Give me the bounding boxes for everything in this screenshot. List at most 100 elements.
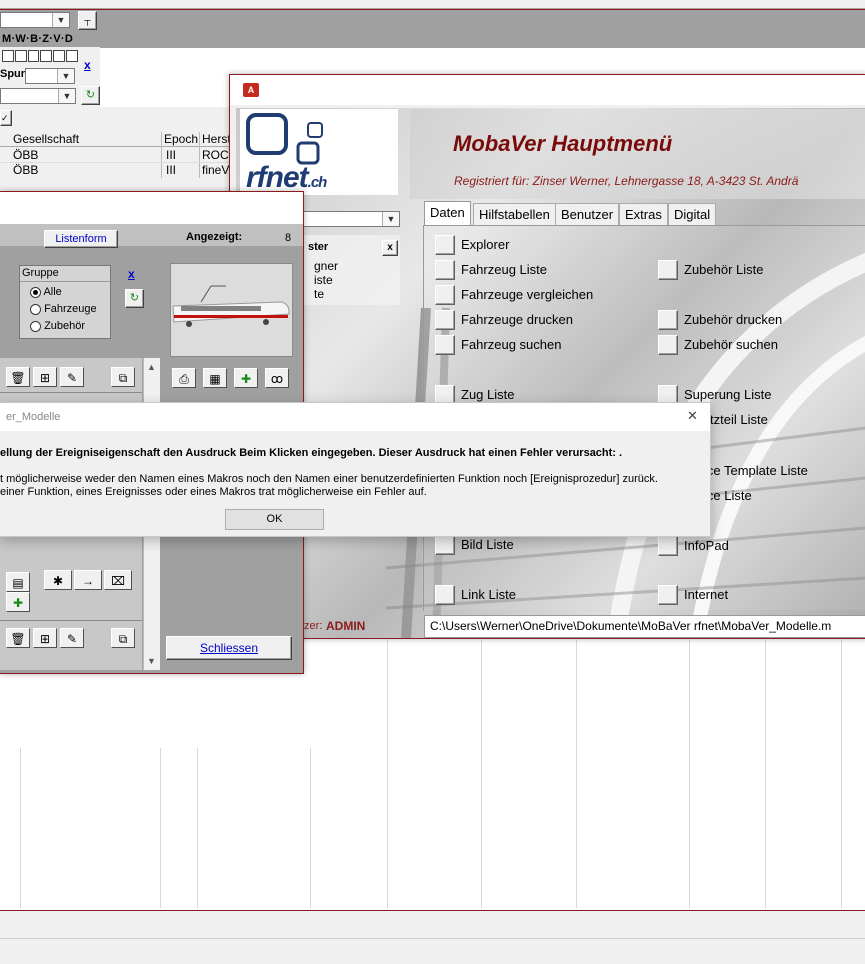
table-icon[interactable]: ▦	[203, 368, 227, 388]
grid-line	[689, 640, 690, 908]
print-icon[interactable]: ⎙	[172, 368, 196, 388]
menu-button[interactable]	[658, 310, 678, 330]
menu-button[interactable]	[435, 310, 455, 330]
menu-label: Superung Liste	[684, 387, 772, 402]
menu-button[interactable]	[658, 335, 678, 355]
access-app-icon: A	[243, 83, 259, 97]
tab-benutzer[interactable]: Benutzer	[555, 203, 620, 226]
gruppe-group: Gruppe Alle Fahrzeuge Zubehör	[19, 265, 111, 339]
tab-extras[interactable]: Extras	[619, 203, 668, 226]
path-text: C:\Users\Werner\OneDrive\Dokumente\MoBaV…	[430, 619, 832, 633]
menu-ersatzteil-liste[interactable]: tzteil Liste	[710, 412, 768, 427]
col-gesellschaft[interactable]: Gesellschaft	[13, 132, 79, 146]
menu-button[interactable]	[435, 535, 455, 555]
gruppe-label: Gruppe	[22, 267, 59, 279]
radio-alle-label: Alle	[43, 286, 62, 298]
menu-button[interactable]	[658, 585, 678, 605]
menu-label: InfoPad	[684, 538, 729, 553]
gruppe-divider	[20, 281, 110, 282]
glasses-icon[interactable]: ꝏ	[265, 368, 289, 388]
sub-list-close[interactable]: x	[382, 240, 398, 256]
header-band	[0, 9, 865, 48]
chevron-down-icon[interactable]: ▼	[52, 13, 69, 27]
menu-button[interactable]	[435, 260, 455, 280]
add-icon[interactable]: ✚	[6, 592, 30, 612]
error-dialog: er_Modelle ✕ ellung der Ereigniseigensch…	[0, 402, 711, 537]
menu-label: Bild Liste	[461, 537, 514, 552]
col-epoch[interactable]: Epoch	[164, 132, 198, 146]
path-field: C:\Users\Werner\OneDrive\Dokumente\MoBaV…	[424, 615, 865, 638]
menu-button[interactable]	[435, 285, 455, 305]
radio-zubehoer[interactable]: Zubehör	[30, 320, 85, 332]
tab-digital[interactable]: Digital	[668, 203, 717, 226]
arrow-right-icon[interactable]: →	[74, 570, 102, 590]
tab-daten[interactable]: Daten	[424, 201, 471, 226]
spur-combo[interactable]: ▼	[25, 68, 75, 84]
logo-suffix: .ch	[307, 174, 328, 191]
menu-label: Fahrzeuge vergleichen	[461, 287, 594, 302]
menu-label: Fahrzeug Liste	[461, 262, 547, 277]
refresh-icon[interactable]: ↻	[125, 289, 144, 308]
tree-icon[interactable]: ⊞	[33, 628, 57, 648]
delete-icon[interactable]: 🗑	[6, 628, 30, 648]
cell: III	[166, 163, 177, 177]
table-row[interactable]: ÖBB III fineV	[0, 162, 230, 177]
sub-list-item[interactable]: iste	[314, 273, 333, 287]
filter-label: M·W·B·Z·V·D	[2, 33, 74, 45]
copy-icon[interactable]: ⧉	[111, 367, 135, 387]
table-row[interactable]: ÖBB III ROCO	[0, 147, 238, 163]
grid-line	[576, 640, 577, 908]
sub-list-item[interactable]: te	[314, 287, 324, 301]
edit-icon[interactable]: ✎	[60, 628, 84, 648]
copy-icon[interactable]: ⧉	[111, 628, 135, 648]
user-value: ADMIN	[326, 619, 366, 633]
menu-button[interactable]	[658, 260, 678, 280]
list-close-x[interactable]: x	[128, 267, 135, 281]
sub-list-item[interactable]: gner	[314, 259, 338, 273]
grid-check-button[interactable]: ✓	[0, 110, 12, 126]
cell: III	[166, 148, 177, 162]
sub-list-title: ster	[308, 241, 329, 253]
scroll-down-icon[interactable]: ▼	[147, 656, 156, 666]
clear-icon[interactable]: ⌧	[104, 570, 132, 590]
grid-line	[20, 748, 21, 908]
radio-alle[interactable]: Alle	[30, 286, 62, 298]
menu-service-liste[interactable]: ice Liste	[704, 488, 752, 503]
window-icon[interactable]: ▤	[6, 572, 30, 592]
ruler-button[interactable]: ┬	[78, 11, 97, 30]
chevron-down-icon[interactable]: ▼	[58, 89, 75, 103]
delete-icon[interactable]: 🗑	[6, 367, 30, 387]
radio-fahrzeuge[interactable]: Fahrzeuge	[30, 303, 97, 315]
ok-button[interactable]: OK	[225, 509, 324, 530]
refresh-icon[interactable]: ↻	[81, 86, 100, 105]
second-combo[interactable]: ▼	[0, 88, 76, 104]
menu-button[interactable]	[435, 585, 455, 605]
filter-checkboxes[interactable]	[2, 50, 78, 62]
chevron-down-icon[interactable]: ▼	[57, 69, 74, 83]
cell: fineV	[202, 163, 230, 177]
radio-fahrzeuge-label: Fahrzeuge	[44, 303, 97, 315]
tab-hilfstabellen[interactable]: Hilfstabellen	[473, 203, 556, 226]
grid-line	[160, 748, 161, 908]
tree-icon[interactable]: ⊞	[33, 367, 57, 387]
menu-label: Link Liste	[461, 587, 516, 602]
scroll-up-icon[interactable]: ▲	[147, 362, 156, 372]
close-x-link[interactable]: x	[84, 58, 91, 72]
listenform-button[interactable]: Listenform	[44, 230, 118, 248]
add-icon[interactable]: ✚	[234, 368, 258, 388]
menu-button[interactable]	[658, 536, 678, 556]
new-record-icon[interactable]: ✱	[44, 570, 72, 590]
edit-icon[interactable]: ✎	[60, 367, 84, 387]
chevron-down-icon[interactable]: ▼	[382, 212, 399, 226]
top-combo[interactable]: ▼	[0, 12, 70, 28]
menu-button[interactable]	[435, 235, 455, 255]
dialog-message-bold: ellung der Ereigniseigenschaft den Ausdr…	[0, 447, 623, 459]
menu-button[interactable]	[435, 335, 455, 355]
schliessen-button[interactable]: Schliessen	[166, 636, 292, 660]
dialog-titlebar	[0, 403, 710, 431]
close-icon[interactable]: ✕	[687, 408, 698, 424]
user-label: zer:	[304, 620, 323, 632]
col-herst[interactable]: Herst	[202, 132, 231, 146]
menu-service-template-liste[interactable]: ice Template Liste	[704, 463, 808, 478]
menu-combo[interactable]: ▼	[300, 211, 400, 227]
